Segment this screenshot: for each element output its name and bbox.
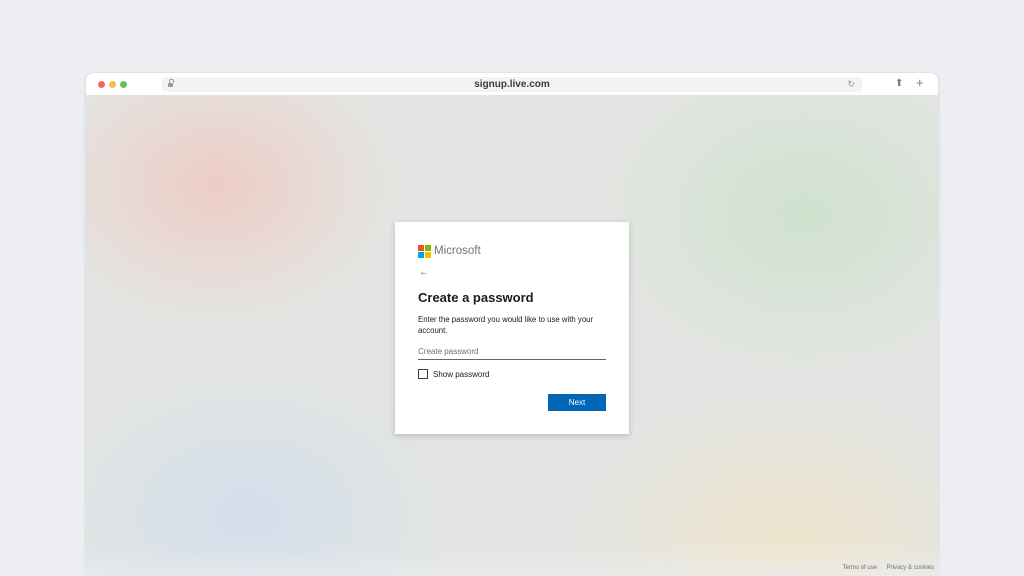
signup-card: Microsoft ← Create a password Enter the … <box>395 222 629 434</box>
terms-link[interactable]: Terms of use <box>843 565 877 571</box>
microsoft-logo <box>418 245 431 258</box>
minimize-window-button[interactable] <box>109 81 116 88</box>
page-footer: Terms of use Privacy & cookies <box>835 565 934 572</box>
privacy-link[interactable]: Privacy & cookies <box>887 565 934 571</box>
close-window-button[interactable] <box>98 81 105 88</box>
reload-icon[interactable]: ↻ <box>847 80 855 89</box>
url-text: signup.live.com <box>474 79 550 90</box>
next-button[interactable]: Next <box>548 394 606 411</box>
browser-toolbar: signup.live.com ↻ ⬆ + <box>86 73 938 95</box>
browser-window: signup.live.com ↻ ⬆ + Microsoft ← Create… <box>86 73 938 576</box>
page-content: Microsoft ← Create a password Enter the … <box>86 95 938 576</box>
share-icon[interactable]: ⬆ <box>895 78 903 90</box>
new-tab-icon[interactable]: + <box>916 76 924 90</box>
arrow-left-icon[interactable]: ← <box>419 267 429 279</box>
description-text: Enter the password you would like to use… <box>418 315 594 335</box>
show-password-checkbox[interactable] <box>418 369 428 379</box>
address-bar[interactable]: signup.live.com ↻ <box>162 77 862 92</box>
zoom-window-button[interactable] <box>120 81 127 88</box>
brand-name: Microsoft <box>434 245 481 257</box>
password-input[interactable] <box>418 344 606 360</box>
page-title: Create a password <box>418 290 534 305</box>
show-password-label[interactable]: Show password <box>433 369 489 380</box>
